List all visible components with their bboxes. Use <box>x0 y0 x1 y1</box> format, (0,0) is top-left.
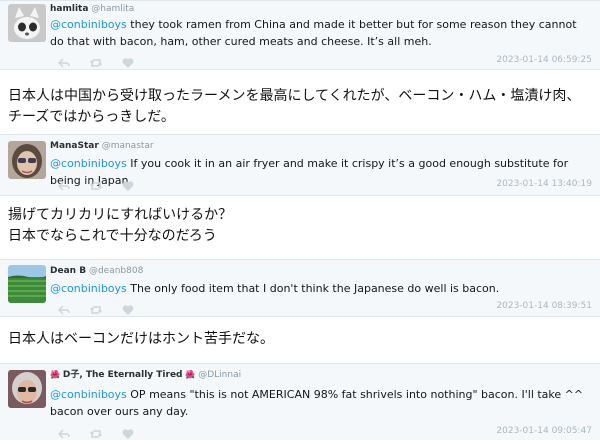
tweet-card: hamlita @hamlita @conbiniboys they took … <box>0 0 600 70</box>
retweet-icon[interactable] <box>89 425 103 438</box>
tweet-timestamp[interactable]: 2023-01-14 13:40:19 <box>496 178 592 190</box>
tweet-author: hamlita @hamlita <box>50 3 134 15</box>
retweet-icon[interactable] <box>89 301 103 314</box>
tweet-author: Dean B @deanb808 <box>50 265 143 277</box>
tweet-body: OP means "this is not AMERICAN 98% fat s… <box>50 388 584 418</box>
author-name[interactable]: ManaStar <box>50 141 99 151</box>
author-handle[interactable]: @deanb808 <box>89 266 143 276</box>
tweet-body: they took ramen from China and made it b… <box>50 18 577 48</box>
tweet-actions <box>57 177 134 191</box>
author-name[interactable]: D子, The Eternally Tired <box>63 370 183 380</box>
author-name[interactable]: hamlita <box>50 4 88 14</box>
tweet-author: ManaStar @manastar <box>50 140 154 152</box>
reply-icon[interactable] <box>57 425 70 439</box>
tweet-text: @conbiniboys OP means "this is not AMERI… <box>50 386 592 420</box>
tweet-actions <box>57 54 134 68</box>
author-handle[interactable]: @hamlita <box>91 4 134 14</box>
tweet-timestamp[interactable]: 2023-01-14 08:39:51 <box>496 300 592 312</box>
author-handle[interactable]: @manastar <box>102 141 154 151</box>
avatar[interactable] <box>8 265 46 303</box>
flower-emoji-icon: 🌺 <box>50 370 60 379</box>
tweet-timestamp[interactable]: 2023-01-14 06:59:25 <box>496 54 592 66</box>
tweet-body: The only food item that I don't think th… <box>126 282 500 295</box>
translation-text: 日本人は中国から受け取ったラーメンを最高にしてくれたが、ベーコン・ハム・塩漬け肉… <box>8 88 581 125</box>
flower-emoji-icon: 🌺 <box>185 370 196 379</box>
like-icon[interactable] <box>122 177 134 191</box>
reply-icon[interactable] <box>57 54 70 68</box>
mention-link[interactable]: @conbiniboys <box>50 157 127 170</box>
tweet-actions <box>57 425 134 439</box>
reply-icon[interactable] <box>57 301 70 315</box>
avatar[interactable] <box>8 370 46 408</box>
like-icon[interactable] <box>122 301 134 315</box>
retweet-icon[interactable] <box>89 177 103 190</box>
tweet-card: Dean B @deanb808 @conbiniboys The only f… <box>0 259 600 317</box>
tweet-author: 🌺 D子, The Eternally Tired 🌺 @DLinnai <box>50 369 241 381</box>
tweet-text: @conbiniboys The only food item that I d… <box>50 280 592 297</box>
translation-text: 日本人はベーコンだけはホント苦手だな。 <box>8 331 274 347</box>
avatar[interactable] <box>8 4 46 42</box>
mention-link[interactable]: @conbiniboys <box>50 282 127 295</box>
mention-link[interactable]: @conbiniboys <box>50 388 127 401</box>
tweet-actions <box>57 301 134 315</box>
translation-text: 揚げてカリカリにすればいけるか？ 日本でならこれで十分なのだろう <box>8 207 233 244</box>
tweet-card: 🌺 D子, The Eternally Tired 🌺 @DLinnai @co… <box>0 363 600 440</box>
avatar[interactable] <box>8 141 46 179</box>
reply-icon[interactable] <box>57 177 70 191</box>
like-icon[interactable] <box>122 425 134 439</box>
tweet-card: ManaStar @manastar @conbiniboys If you c… <box>0 134 600 196</box>
mention-link[interactable]: @conbiniboys <box>50 18 127 31</box>
author-name[interactable]: Dean B <box>50 266 86 276</box>
retweet-icon[interactable] <box>89 54 103 67</box>
tweet-text: @conbiniboys they took ramen from China … <box>50 16 592 50</box>
like-icon[interactable] <box>122 54 134 68</box>
tweet-timestamp[interactable]: 2023-01-14 09:05:47 <box>496 425 592 437</box>
author-handle[interactable]: @DLinnai <box>198 370 241 380</box>
